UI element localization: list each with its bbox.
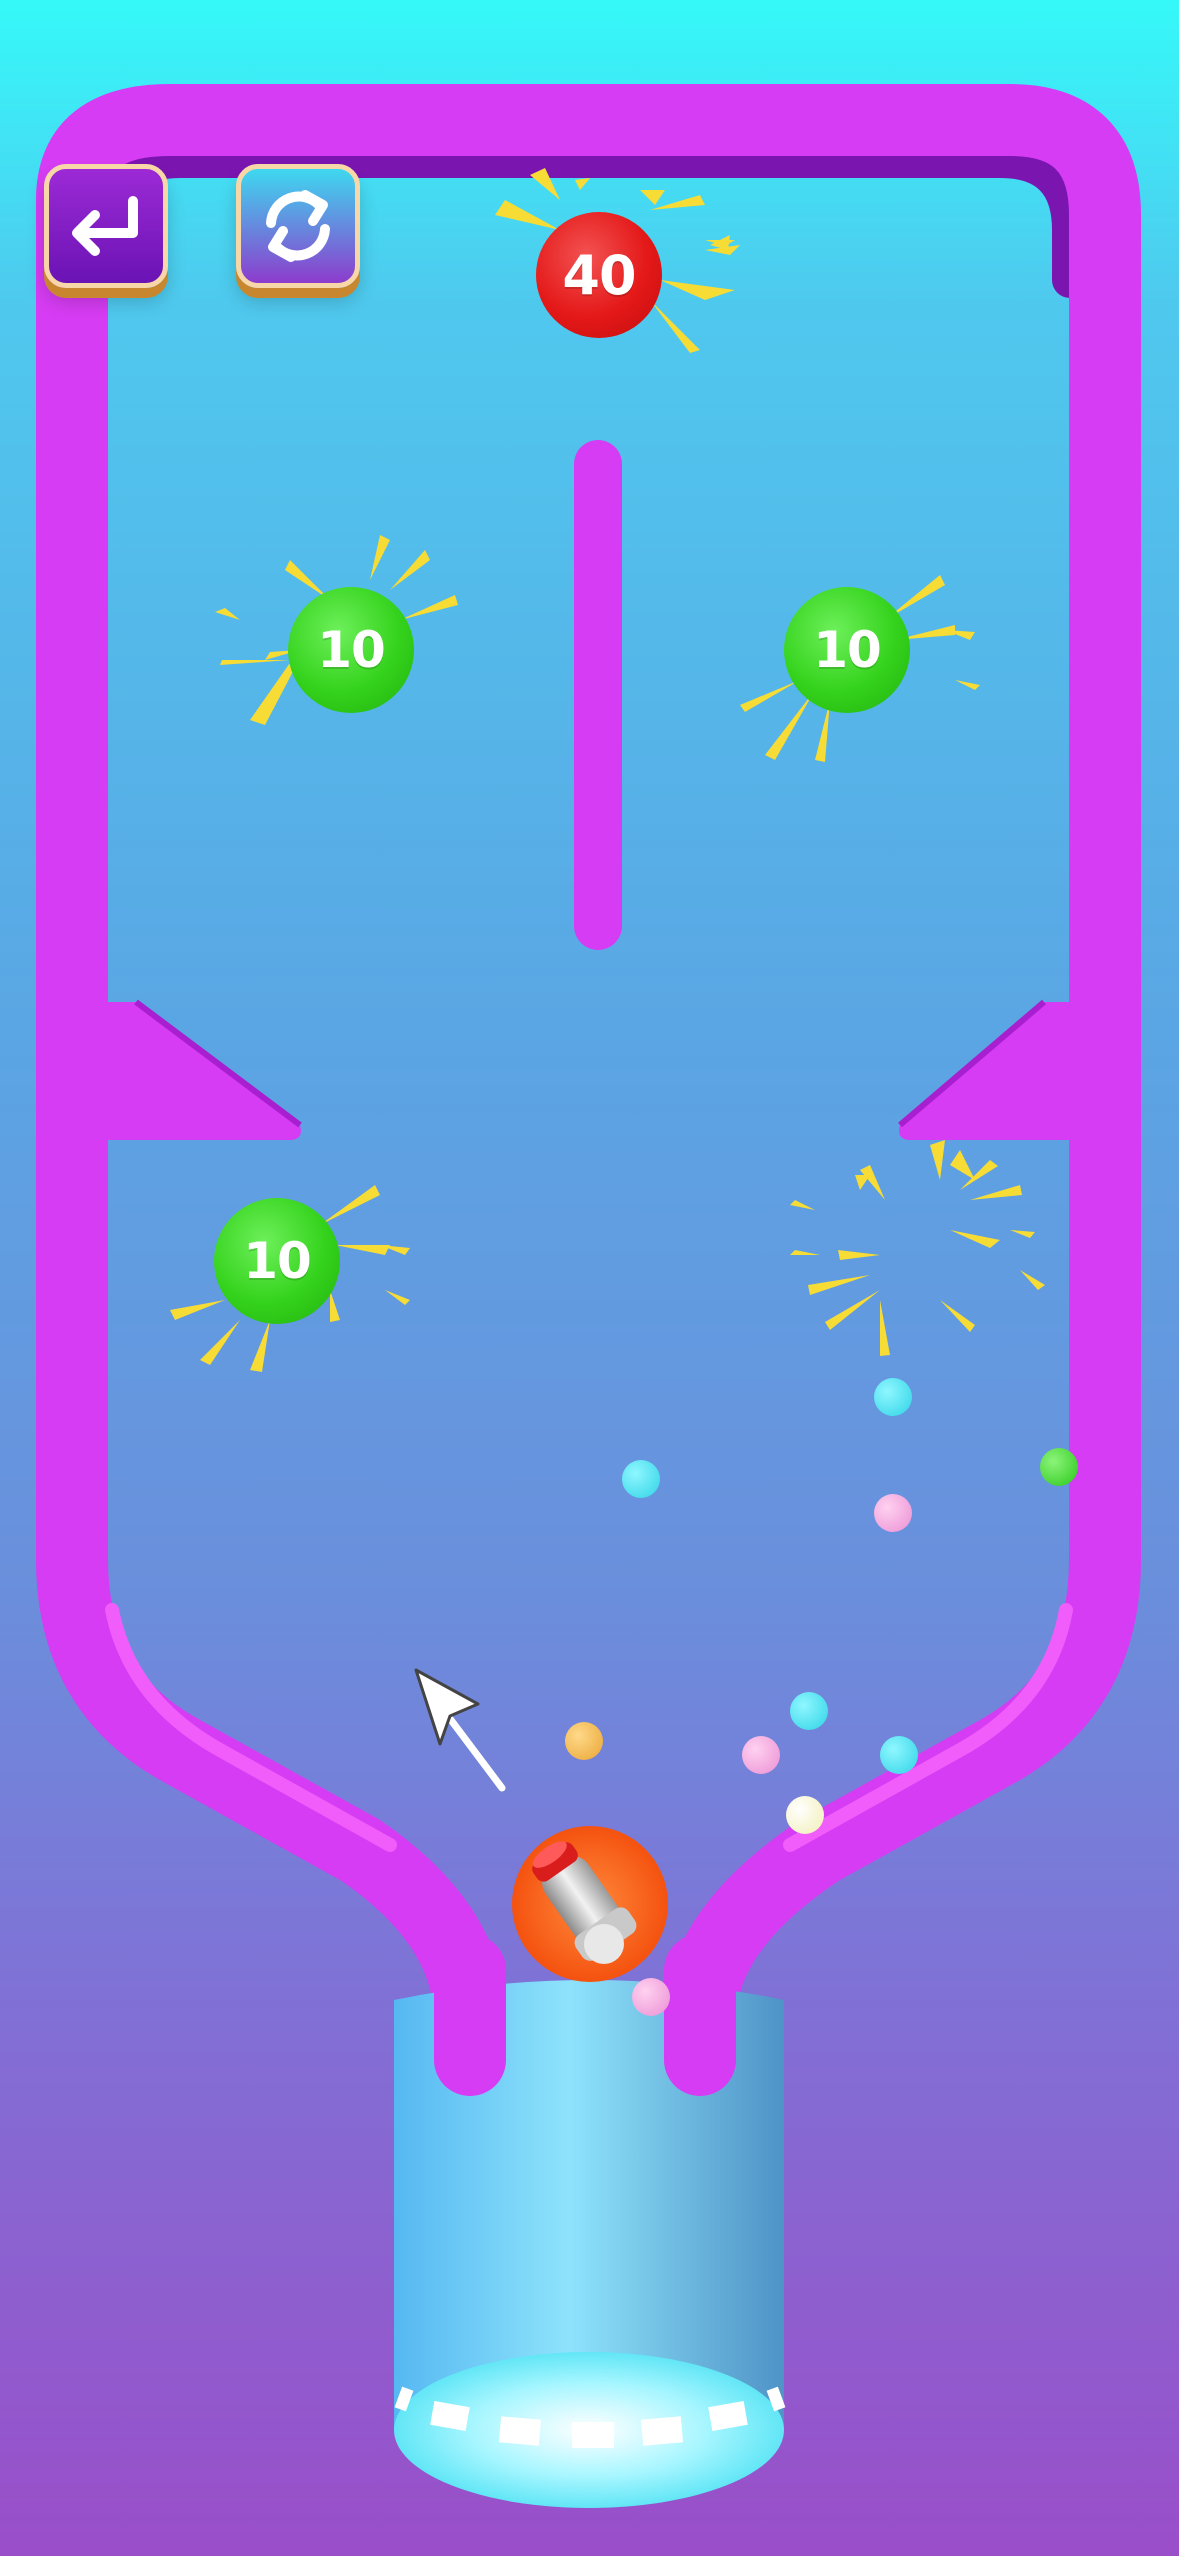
- loose-ball: [874, 1378, 912, 1416]
- target-value-label: 10: [813, 621, 882, 679]
- loose-ball: [622, 1460, 660, 1498]
- target-value-label: 10: [243, 1232, 312, 1290]
- loose-ball: [880, 1736, 918, 1774]
- loose-ball: [790, 1692, 828, 1730]
- target-value-label: 40: [562, 243, 636, 307]
- loose-ball: [565, 1722, 603, 1760]
- cannon-icon[interactable]: [500, 1812, 680, 1992]
- loose-ball: [1040, 1448, 1078, 1486]
- target-value-label: 10: [317, 621, 386, 679]
- loose-ball: [874, 1494, 912, 1532]
- target-ball-10: 10: [214, 1198, 340, 1324]
- aim-arrow-icon: [414, 1668, 506, 1792]
- target-ball-10: 10: [784, 587, 910, 713]
- target-ball-40: 40: [536, 212, 662, 338]
- spark-effects: [170, 168, 1045, 1372]
- target-ball-10: 10: [288, 587, 414, 713]
- loose-ball: [742, 1736, 780, 1774]
- loose-ball: [786, 1796, 824, 1834]
